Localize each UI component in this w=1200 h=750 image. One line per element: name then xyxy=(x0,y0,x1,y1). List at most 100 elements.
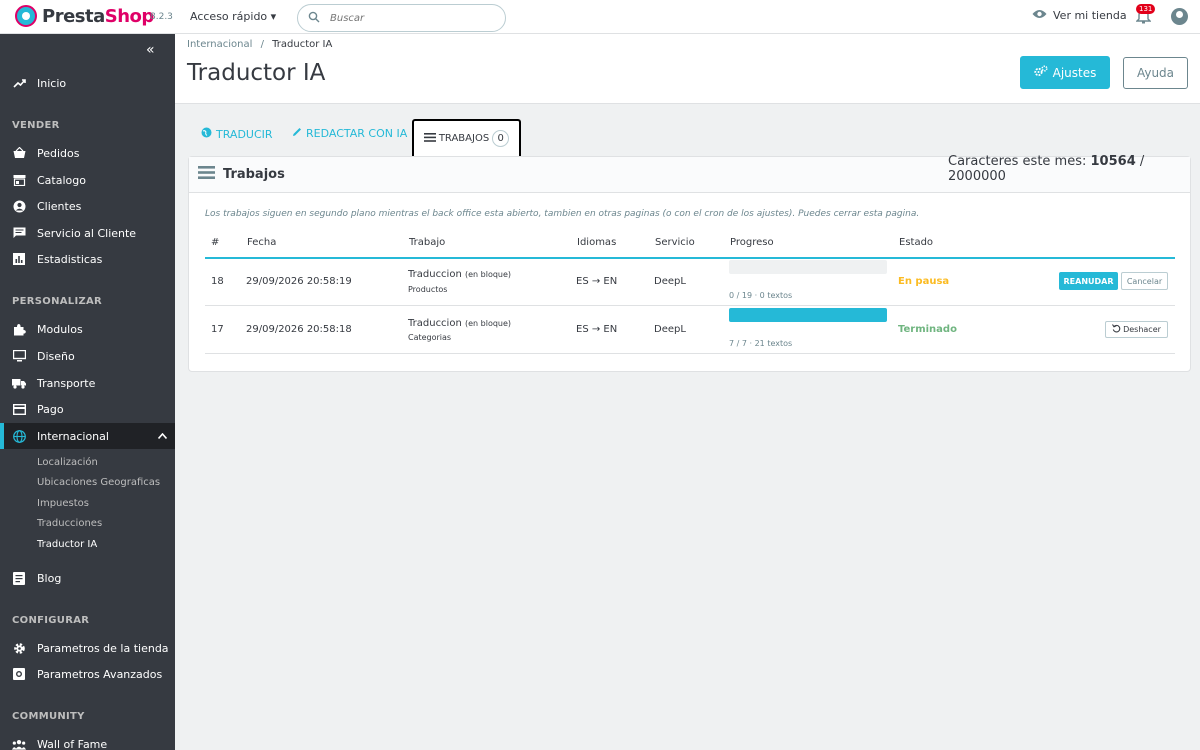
breadcrumb-parent[interactable]: Internacional xyxy=(187,39,252,50)
sidebar-item-label: Pago xyxy=(37,402,64,416)
sidebar-item-label: Inicio xyxy=(37,76,67,90)
tab-traducir[interactable]: TRADUCIR xyxy=(201,127,273,141)
jobs-note: Los trabajos siguen en segundo plano mie… xyxy=(205,209,920,219)
sidebar-subitem-localizacion[interactable]: Localización xyxy=(37,457,98,468)
sidebar-item-wall-of-fame[interactable]: Wall of Fame xyxy=(0,731,175,750)
sidebar-item-label: Modulos xyxy=(37,322,83,336)
sidebar-item-label: Catalogo xyxy=(37,173,86,187)
sidebar-item-label: Transporte xyxy=(37,376,96,390)
gear-icon xyxy=(12,641,26,655)
sidebar-item-internacional[interactable]: Internacional xyxy=(0,423,175,449)
sidebar-item-parametros-avanzados[interactable]: Parametros Avanzados xyxy=(0,661,175,687)
progress-text: 0 / 19 · 0 textos xyxy=(729,291,793,300)
view-shop-label: Ver mi tienda xyxy=(1053,9,1127,22)
sidebar-item-label: Diseño xyxy=(37,349,75,363)
job-service: DeepL xyxy=(654,324,686,335)
sidebar-item-label: Internacional xyxy=(37,429,109,443)
gears-icon xyxy=(1034,65,1048,80)
job-id: 18 xyxy=(211,276,224,287)
quick-access-dropdown[interactable]: Acceso rápido ▾ xyxy=(190,10,276,23)
column-header-trabajo: Trabajo xyxy=(409,237,446,248)
column-header-estado: Estado xyxy=(899,237,934,248)
jobs-card: Trabajos Los trabajos siguen en segundo … xyxy=(188,156,1191,372)
resume-button[interactable]: REANUDAR xyxy=(1059,272,1118,290)
monthly-characters: Caracteres este mes: 10564 / 2000000 xyxy=(948,154,1200,184)
sidebar-item-pago[interactable]: Pago xyxy=(0,396,175,422)
job-date: 29/09/2026 20:58:18 xyxy=(246,324,352,335)
column-header-fecha: Fecha xyxy=(247,237,277,248)
sidebar-item-servicio-cliente[interactable]: Servicio al Cliente xyxy=(0,220,175,246)
sidebar-subitem-impuestos[interactable]: Impuestos xyxy=(37,498,89,509)
progress-bar xyxy=(729,308,887,322)
settings-button-label: Ajustes xyxy=(1052,65,1097,80)
search-icon[interactable] xyxy=(308,11,320,26)
sidebar-subitem-traductor-ia[interactable]: Traductor IA xyxy=(37,539,97,550)
list-icon xyxy=(198,166,215,183)
eye-icon xyxy=(1032,9,1047,22)
sidebar-item-label: Parametros de la tienda xyxy=(37,641,169,655)
credit-card-icon xyxy=(12,402,26,416)
tab-trabajos[interactable]: TRABAJOS 0 xyxy=(412,119,521,156)
status-badge: En pausa xyxy=(898,276,950,287)
column-header-servicio: Servicio xyxy=(655,237,695,248)
article-icon xyxy=(12,571,26,585)
job-type: Traduccion (en bloque) xyxy=(408,269,511,280)
job-mode: (en bloque) xyxy=(464,270,512,279)
settings-button[interactable]: Ajustes xyxy=(1020,56,1110,89)
sidebar-item-pedidos[interactable]: Pedidos xyxy=(0,140,175,166)
sidebar-item-label: Clientes xyxy=(37,199,82,213)
tab-traducir-label: TRADUCIR xyxy=(216,127,273,141)
column-header-progreso: Progreso xyxy=(730,237,774,248)
job-service: DeepL xyxy=(654,276,686,287)
table-header-divider xyxy=(205,257,1175,259)
prestashop-logo[interactable]: PrestaShop xyxy=(15,5,154,27)
globe-icon xyxy=(201,127,212,141)
user-avatar-icon[interactable] xyxy=(1171,8,1188,25)
monitor-icon xyxy=(12,349,26,363)
view-shop-link[interactable]: Ver mi tienda xyxy=(1032,9,1127,22)
status-badge: Terminado xyxy=(898,324,957,335)
monthly-characters-used: 10564 xyxy=(1090,154,1136,169)
job-id: 17 xyxy=(211,324,224,335)
sidebar-subitem-traducciones[interactable]: Traducciones xyxy=(37,518,102,529)
section-community: COMMUNITY xyxy=(12,711,85,722)
sidebar-item-transporte[interactable]: Transporte xyxy=(0,370,175,396)
section-personalizar: PERSONALIZAR xyxy=(12,296,103,307)
sidebar-item-blog[interactable]: Blog xyxy=(0,565,175,591)
row-divider xyxy=(205,305,1175,306)
sidebar-item-diseno[interactable]: Diseño xyxy=(0,343,175,369)
sidebar-item-estadisticas[interactable]: Estadisticas xyxy=(0,246,175,272)
progress-bar xyxy=(729,260,887,274)
search-box xyxy=(297,4,506,32)
undo-button-label: Deshacer xyxy=(1123,325,1161,334)
cancel-button[interactable]: Cancelar xyxy=(1121,272,1168,290)
tab-trabajos-label: TRABAJOS xyxy=(438,133,490,144)
account-circle-icon xyxy=(12,199,26,213)
sidebar-item-inicio[interactable]: Inicio xyxy=(0,70,175,96)
sidebar-item-clientes[interactable]: Clientes xyxy=(0,193,175,219)
help-button[interactable]: Ayuda xyxy=(1123,57,1188,89)
jobs-card-title: Trabajos xyxy=(223,167,285,182)
version-label: 8.2.3 xyxy=(150,12,173,22)
logo-prefix: Presta xyxy=(42,5,105,27)
progress-fill xyxy=(729,308,887,322)
sidebar-item-label: Parametros Avanzados xyxy=(37,667,163,681)
sidebar-item-catalogo[interactable]: Catalogo xyxy=(0,167,175,193)
monthly-characters-total: 2000000 xyxy=(948,169,1006,184)
column-header-id: # xyxy=(211,237,220,248)
column-header-idiomas: Idiomas xyxy=(577,237,617,248)
sidebar-subitem-ubicaciones[interactable]: Ubicaciones Geograficas xyxy=(37,477,160,488)
list-icon xyxy=(423,132,436,145)
settings-box-icon xyxy=(12,667,26,681)
sidebar-item-modulos[interactable]: Modulos xyxy=(0,316,175,342)
sidebar-item-parametros-tienda[interactable]: Parametros de la tienda xyxy=(0,635,175,661)
job-languages: ES → EN xyxy=(576,276,618,287)
undo-button[interactable]: Deshacer xyxy=(1105,321,1168,338)
tab-redactar-con-ia[interactable]: REDACTAR CON IA xyxy=(292,127,407,140)
row-divider xyxy=(205,353,1175,354)
job-target: Categorias xyxy=(408,333,452,342)
search-input[interactable] xyxy=(330,10,490,26)
progress-text: 7 / 7 · 21 textos xyxy=(729,339,793,348)
undo-icon xyxy=(1112,324,1121,335)
collapse-sidebar-icon[interactable]: « xyxy=(146,42,155,58)
